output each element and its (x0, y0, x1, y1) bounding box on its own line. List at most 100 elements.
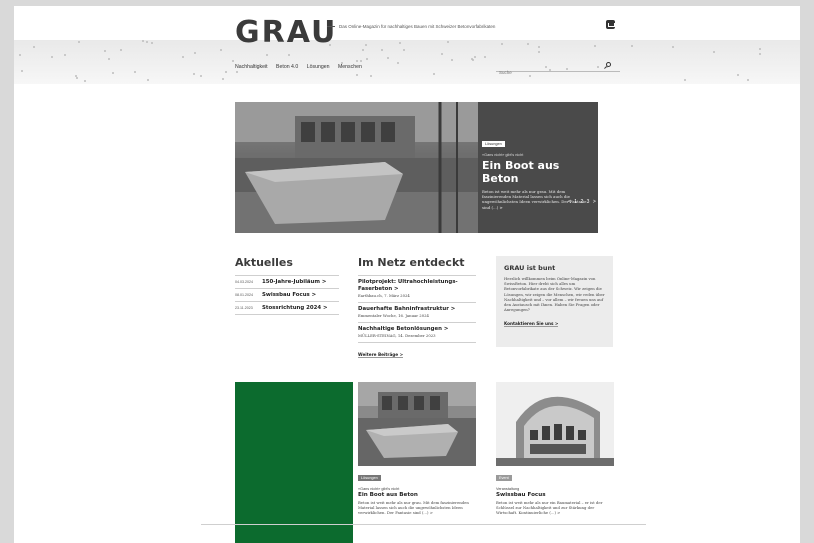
nav-item-beton-4-0[interactable]: Beton 4.0 (276, 64, 298, 70)
article-card[interactable]: Lösungen «Gans nicht» gibt's nicht Ein B… (358, 382, 476, 516)
net-item-title[interactable]: Pilotprojekt: Ultrahochleistungs-Faserbe… (358, 279, 476, 293)
stone-speckle (133, 70, 136, 73)
stone-speckle (369, 74, 372, 77)
stone-speckle (83, 79, 86, 82)
card-title[interactable]: Ein Boot aus Beton (358, 492, 476, 498)
net-item[interactable]: Pilotprojekt: Ultrahochleistungs-Faserbe… (358, 276, 476, 303)
card-teaser: Beton ist weit mehr als nur ein Baumater… (496, 500, 603, 516)
hero-boat-image[interactable] (235, 102, 478, 233)
stone-speckle (432, 73, 435, 76)
news-item[interactable]: 08.01.2024 Swissbau Focus > (235, 289, 339, 302)
page: GRAU Das Online-Magazin für nachhaltiges… (14, 6, 800, 543)
stone-speckle (200, 75, 203, 78)
stone-speckle (20, 70, 23, 73)
stone-speckle (500, 43, 503, 46)
news-title[interactable]: Swissbau Focus > (262, 292, 316, 298)
more-posts-link[interactable]: Weitere Beiträge > (358, 352, 404, 358)
stone-speckle (355, 59, 358, 62)
card-boat-image[interactable] (358, 382, 476, 466)
stone-speckle (104, 49, 107, 52)
card-building-image[interactable] (496, 382, 614, 466)
net-item-title[interactable]: Dauerhafte Bahninfrastruktur > (358, 306, 476, 313)
newsletter-mail-icon[interactable] (606, 20, 615, 29)
im-netz-heading: Im Netz entdeckt (358, 256, 465, 269)
search-input[interactable] (496, 67, 596, 78)
stone-speckle (193, 73, 196, 76)
stone-speckle (396, 62, 399, 65)
aktuelles-section: Aktuelles 04.03.2024 150-Jahre-Jubiläum … (235, 256, 339, 315)
nav-item-nachhaltigkeit[interactable]: Nachhaltigkeit (235, 64, 268, 70)
stone-speckle (193, 51, 196, 54)
net-item[interactable]: Nachhaltige Betonlösungen > MÜLLER-STEIN… (358, 323, 476, 343)
stone-speckle (181, 55, 184, 58)
contact-link[interactable]: Kontaktieren Sie uns > (504, 321, 559, 328)
news-date: 04.03.2024 (235, 280, 253, 284)
stone-speckle (759, 52, 762, 55)
news-title[interactable]: 150-Jahre-Jubiläum > (262, 279, 326, 285)
hero-kicker: «Gans nicht» gibt's nicht (482, 153, 524, 157)
stone-speckle (224, 70, 227, 73)
news-list: 04.03.2024 150-Jahre-Jubiläum > 08.01.20… (235, 275, 339, 315)
article-card[interactable]: Event Veranstaltung Swissbau Focus Beton… (496, 382, 614, 516)
hero-title[interactable]: Ein Boot aus Beton (482, 159, 594, 185)
search-icon[interactable] (606, 62, 611, 67)
hero-slider[interactable]: < 1 2 3 > Lösungen «Gans nicht» gibt's n… (235, 102, 598, 233)
hero-more-link[interactable]: > (499, 205, 502, 210)
news-title[interactable]: Stossrichtung 2024 > (262, 305, 328, 311)
site-tagline: Das Online-Magazin für nachhaltiges Baue… (327, 24, 495, 29)
stone-speckle (266, 54, 269, 57)
stone-speckle (440, 53, 443, 56)
stone-speckle (77, 40, 80, 43)
divider (201, 524, 646, 525)
grau-ist-bunt-box: GRAU ist bunt Herzlich willkommen beim O… (496, 256, 613, 347)
stone-speckle (736, 74, 739, 77)
stone-speckle (108, 57, 111, 60)
card-category-tag[interactable]: Lösungen (358, 475, 381, 481)
stone-speckle (402, 49, 405, 52)
stone-speckle (526, 43, 529, 46)
stone-speckle (630, 45, 633, 48)
stone-speckle (145, 41, 148, 44)
stone-speckle (359, 60, 362, 63)
stone-speckle (473, 56, 476, 59)
stone-speckle (33, 46, 36, 49)
card-category-tag[interactable]: Event (496, 475, 512, 481)
news-item[interactable]: 04.03.2024 150-Jahre-Jubiläum > (235, 276, 339, 289)
stone-speckle (365, 57, 368, 60)
net-item[interactable]: Dauerhafte Bahninfrastruktur > Emmentale… (358, 303, 476, 323)
stone-speckle (146, 79, 149, 82)
stone-speckle (713, 50, 716, 53)
stone-speckle (484, 56, 487, 59)
nav-item-menschen[interactable]: Menschen (338, 64, 362, 70)
card-title[interactable]: Swissbau Focus (496, 492, 614, 498)
stone-speckle (365, 43, 368, 46)
card-kicker: «Gans nicht» gibt's nicht (358, 487, 400, 491)
card-teaser: Beton ist weit mehr als nur grau. Mit de… (358, 500, 469, 516)
stone-speckle (538, 46, 541, 49)
stone-speckle (19, 54, 22, 57)
stone-speckle (671, 45, 674, 48)
stone-texture-band (14, 40, 800, 84)
stone-speckle (386, 56, 389, 59)
stone-speckle (399, 42, 402, 45)
green-ad-block[interactable] (235, 382, 353, 543)
net-item-title[interactable]: Nachhaltige Betonlösungen > (358, 326, 476, 333)
hero-text-panel: Lösungen «Gans nicht» gibt's nicht Ein B… (482, 132, 594, 210)
stone-speckle (356, 73, 359, 76)
stone-speckle (381, 49, 384, 52)
stone-speckle (235, 71, 238, 74)
hero-category-tag[interactable]: Lösungen (482, 141, 505, 147)
site-logo[interactable]: GRAU (235, 18, 337, 48)
stone-speckle (451, 59, 454, 62)
main-nav: Nachhaltigkeit Beton 4.0 Lösungen Mensch… (235, 64, 369, 70)
nav-item-loesungen[interactable]: Lösungen (307, 64, 330, 70)
stone-speckle (51, 56, 54, 59)
stone-speckle (746, 78, 749, 81)
stone-speckle (219, 49, 222, 52)
news-date: 08.01.2024 (235, 293, 253, 297)
net-item-source: Emmentaler Woche, 16. Januar 2024 (358, 313, 429, 318)
stone-speckle (111, 71, 114, 74)
news-item[interactable]: 23.11.2023 Stossrichtung 2024 > (235, 302, 339, 315)
card-kicker: Veranstaltung (496, 487, 520, 491)
hero-teaser: Beton ist weit mehr als nur grau. Mit de… (482, 189, 587, 210)
